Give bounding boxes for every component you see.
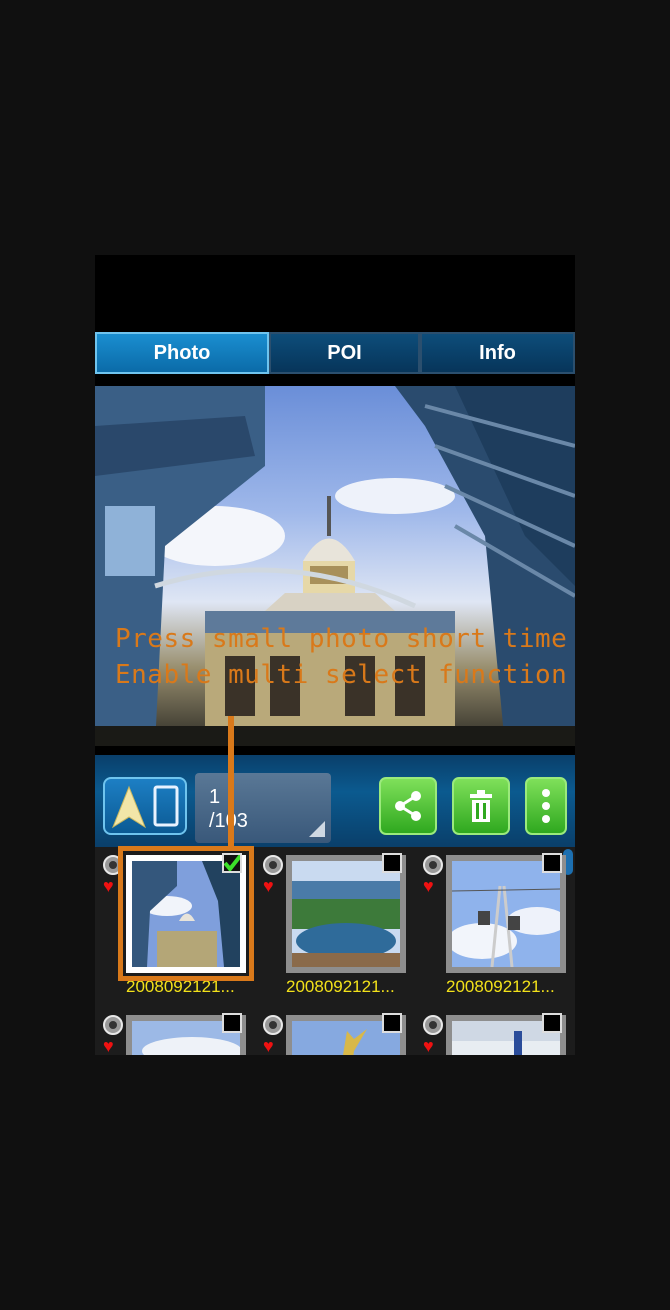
camera-icon bbox=[263, 1015, 283, 1035]
callout-line bbox=[228, 716, 234, 846]
gallery-item[interactable]: ♥ 2008092121... bbox=[255, 847, 415, 1007]
selection-checkbox[interactable] bbox=[542, 1013, 562, 1033]
location-pin-icon: ♥ bbox=[423, 876, 434, 896]
thumbnail[interactable] bbox=[126, 1013, 246, 1055]
tab-poi[interactable]: POI bbox=[269, 332, 420, 374]
selection-checkbox[interactable] bbox=[222, 1013, 242, 1033]
selection-checkbox[interactable] bbox=[382, 1013, 402, 1033]
gallery-item[interactable]: ♥ bbox=[255, 1007, 415, 1055]
thumbnail[interactable] bbox=[286, 853, 406, 973]
hint-text-line2: Enable multi select function bbox=[115, 660, 568, 690]
photo-counter[interactable]: 1 /103 bbox=[195, 773, 331, 843]
location-pin-icon: ♥ bbox=[423, 1036, 434, 1055]
thumbnail-image bbox=[447, 861, 567, 968]
delete-button[interactable] bbox=[452, 777, 510, 835]
location-pin-icon: ♥ bbox=[103, 1036, 114, 1055]
navigate-button[interactable] bbox=[103, 777, 187, 835]
selection-checkbox[interactable] bbox=[542, 853, 562, 873]
thumbnail[interactable] bbox=[446, 1013, 566, 1055]
file-name: 2008092121... bbox=[286, 977, 395, 996]
item-status-icons: ♥ bbox=[423, 855, 445, 895]
location-pin-icon: ♥ bbox=[263, 876, 274, 896]
gallery-item[interactable]: ♥ bbox=[95, 1007, 255, 1055]
navigate-compass-icon bbox=[111, 785, 179, 829]
main-photo[interactable]: Press small photo short time Enable mult… bbox=[95, 386, 575, 746]
item-status-icons: ♥ bbox=[263, 1015, 285, 1055]
selection-checkbox[interactable] bbox=[382, 853, 402, 873]
dropdown-corner-icon bbox=[309, 821, 325, 837]
gallery-item[interactable]: ♥ bbox=[415, 1007, 575, 1055]
camera-icon bbox=[423, 1015, 443, 1035]
share-icon bbox=[395, 791, 421, 821]
file-name: 2008092121... bbox=[446, 977, 555, 996]
tab-photo[interactable]: Photo bbox=[95, 332, 269, 374]
hint-text-line1: Press small photo short time bbox=[115, 624, 568, 654]
thumbnail[interactable] bbox=[446, 853, 567, 973]
location-pin-icon: ♥ bbox=[263, 1036, 274, 1055]
item-status-icons: ♥ bbox=[103, 1015, 125, 1055]
app-screen: Photo POI Info Press small photo short t… bbox=[95, 255, 575, 1055]
item-status-icons: ♥ bbox=[263, 855, 285, 895]
camera-icon bbox=[263, 855, 283, 875]
main-photo-image bbox=[95, 386, 575, 746]
more-menu-button[interactable] bbox=[525, 777, 567, 835]
thumbnail-image bbox=[292, 861, 400, 967]
gallery-item[interactable]: ♥ 2008092121... bbox=[415, 847, 575, 1007]
trash-icon bbox=[470, 790, 492, 822]
item-status-icons: ♥ bbox=[423, 1015, 445, 1055]
share-button[interactable] bbox=[379, 777, 437, 835]
more-vertical-icon bbox=[542, 789, 550, 823]
camera-icon bbox=[423, 855, 443, 875]
tab-info[interactable]: Info bbox=[420, 332, 575, 374]
camera-icon bbox=[103, 1015, 123, 1035]
thumbnail[interactable] bbox=[286, 1013, 406, 1055]
callout-highlight-box bbox=[118, 846, 254, 981]
